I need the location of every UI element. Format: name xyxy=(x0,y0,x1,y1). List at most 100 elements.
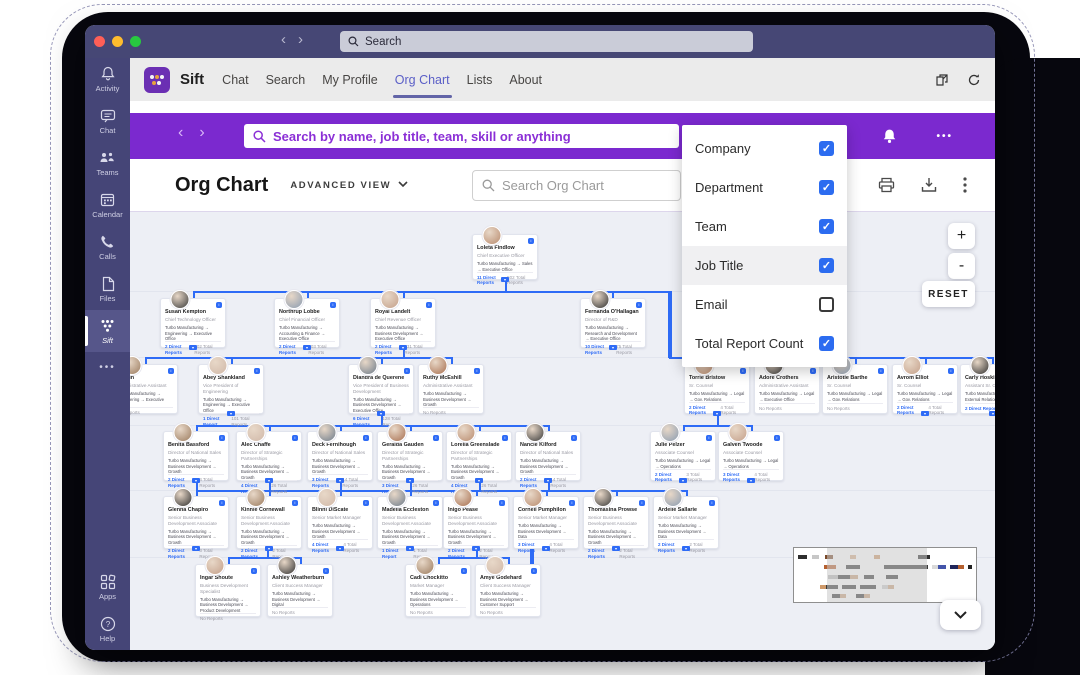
checkbox-icon[interactable]: ✓ xyxy=(819,219,834,234)
org-card[interactable]: iBlinni DiScateSenior Market ManagerTurb… xyxy=(307,496,373,549)
org-card[interactable]: iBrosinAdministrative AssistantTurbo Man… xyxy=(130,364,178,414)
profile-info-icon[interactable]: i xyxy=(740,368,746,374)
org-card[interactable]: iDiandra de QuereneVice President of Bus… xyxy=(348,364,414,414)
org-card[interactable]: iAdore CrothersAdministrative AssistantT… xyxy=(754,364,820,414)
dropdown-item-total-report-count[interactable]: Total Report Count✓ xyxy=(682,324,847,363)
org-card[interactable]: iAvrom ElliotSr. CounselTurbo Manufactur… xyxy=(892,364,958,414)
notifications-bell-icon[interactable] xyxy=(881,128,898,145)
org-card[interactable]: iGlenna ChapiroSenior Business Developme… xyxy=(163,496,229,549)
expand-reports-chevron[interactable]: ▾ xyxy=(227,411,235,416)
profile-info-icon[interactable]: i xyxy=(363,435,369,441)
org-card[interactable]: iGalven TwoodeAssociate CounselTurbo Man… xyxy=(718,431,784,481)
expand-reports-chevron[interactable]: ▾ xyxy=(336,478,344,483)
expand-reports-chevron[interactable]: ▾ xyxy=(336,546,344,551)
sidebar-item-sift[interactable]: Sift xyxy=(85,310,130,352)
profile-info-icon[interactable]: i xyxy=(569,500,575,506)
expand-reports-chevron[interactable]: ▾ xyxy=(399,345,407,350)
profile-info-icon[interactable]: i xyxy=(251,568,257,574)
org-card[interactable]: iGeralda GaudenDirector of Strategic Par… xyxy=(377,431,443,481)
profile-info-icon[interactable]: i xyxy=(292,435,298,441)
global-search-bar[interactable]: Search xyxy=(340,31,753,52)
org-card[interactable]: iSusan KemptonChief Technology OfficerTu… xyxy=(160,298,226,348)
profile-info-icon[interactable]: i xyxy=(216,302,222,308)
minimap[interactable] xyxy=(793,547,977,603)
print-icon[interactable] xyxy=(878,177,895,193)
org-card[interactable]: iLorella GreensladeDirector of Strategic… xyxy=(446,431,512,481)
org-card[interactable]: iRoyal LandeltChief Revenue OfficerTurbo… xyxy=(370,298,436,348)
profile-info-icon[interactable]: i xyxy=(878,368,884,374)
org-chart-search-input[interactable]: Search Org Chart xyxy=(472,170,681,201)
sidebar-item-files[interactable]: Files xyxy=(85,268,130,310)
org-card[interactable]: iAbey ShanklandVice President of Enginee… xyxy=(198,364,264,414)
org-card[interactable]: iRuthy McEshillAdministrative AssistantT… xyxy=(418,364,484,414)
expand-reports-chevron[interactable]: ▾ xyxy=(265,546,273,551)
sidebar-item-help[interactable]: ?Help xyxy=(85,608,130,650)
expand-reports-chevron[interactable]: ▾ xyxy=(265,478,273,483)
tab-chat[interactable]: Chat xyxy=(222,58,248,101)
org-card[interactable]: iKinnie CornewallSenior Business Develop… xyxy=(236,496,302,549)
profile-info-icon[interactable]: i xyxy=(709,500,715,506)
expand-reports-chevron[interactable]: ▾ xyxy=(192,546,200,551)
expand-reports-chevron[interactable]: ▾ xyxy=(682,546,690,551)
profile-info-icon[interactable]: i xyxy=(774,435,780,441)
sidebar-item-apps[interactable]: Apps xyxy=(85,566,130,608)
profile-info-icon[interactable]: i xyxy=(474,368,480,374)
checkbox-icon[interactable]: ✓ xyxy=(819,336,834,351)
expand-reports-chevron[interactable]: ▾ xyxy=(544,478,552,483)
profile-info-icon[interactable]: i xyxy=(363,500,369,506)
profile-info-icon[interactable]: i xyxy=(404,368,410,374)
org-card[interactable]: iAshley WeatherburnClient Success Manage… xyxy=(267,564,333,617)
profile-info-icon[interactable]: i xyxy=(426,302,432,308)
zoom-reset-button[interactable]: RESET xyxy=(922,281,975,307)
expand-reports-chevron[interactable]: ▾ xyxy=(377,411,385,416)
expand-reports-chevron[interactable]: ▾ xyxy=(713,411,721,416)
profile-info-icon[interactable]: i xyxy=(323,568,329,574)
checkbox-icon[interactable] xyxy=(819,297,834,312)
profile-info-icon[interactable]: i xyxy=(531,568,537,574)
profile-info-icon[interactable]: i xyxy=(636,302,642,308)
banner-more-icon[interactable]: ••• xyxy=(936,131,953,142)
open-external-icon[interactable] xyxy=(935,73,949,87)
sidebar-item-chat[interactable]: Chat xyxy=(85,100,130,142)
profile-info-icon[interactable]: i xyxy=(219,500,225,506)
org-card[interactable]: iAmye GodehardClient Success ManagerTurb… xyxy=(475,564,541,617)
checkbox-icon[interactable]: ✓ xyxy=(819,180,834,195)
org-card[interactable]: iAlec ChaffeDirector of Strategic Partne… xyxy=(236,431,302,481)
profile-info-icon[interactable]: i xyxy=(292,500,298,506)
org-card[interactable]: iDeck FernihoughDirector of National Sal… xyxy=(307,431,373,481)
expand-reports-chevron[interactable]: ▾ xyxy=(189,345,197,350)
org-card[interactable]: iAristotle BartheSr. CounselTurbo Manufa… xyxy=(822,364,888,414)
profile-info-icon[interactable]: i xyxy=(254,368,260,374)
profile-info-icon[interactable]: i xyxy=(168,368,174,374)
dropdown-item-team[interactable]: Team✓ xyxy=(682,207,847,246)
minimize-window-button[interactable] xyxy=(112,36,123,47)
org-card[interactable]: iThomasina ProwseSenior Business Develop… xyxy=(583,496,649,549)
profile-info-icon[interactable]: i xyxy=(461,568,467,574)
org-card[interactable]: iInigo PeaseSenior Business Development … xyxy=(443,496,509,549)
sidebar-item-activity[interactable]: Activity xyxy=(85,58,130,100)
collapse-chevron-button[interactable] xyxy=(940,600,981,630)
profile-info-icon[interactable]: i xyxy=(810,368,816,374)
refresh-icon[interactable] xyxy=(967,73,981,87)
profile-info-icon[interactable]: i xyxy=(528,238,534,244)
expand-reports-chevron[interactable]: ▾ xyxy=(406,546,414,551)
profile-info-icon[interactable]: i xyxy=(219,435,225,441)
expand-reports-chevron[interactable]: ▾ xyxy=(609,345,617,350)
direct-reports-link[interactable]: 1 Direct Report xyxy=(203,416,228,427)
profile-info-icon[interactable]: i xyxy=(330,302,336,308)
expand-reports-chevron[interactable]: ▾ xyxy=(192,478,200,483)
expand-reports-chevron[interactable]: ▾ xyxy=(921,411,929,416)
expand-reports-chevron[interactable]: ▾ xyxy=(747,478,755,483)
org-card[interactable]: iNorthrup LobbeChief Financial OfficerTu… xyxy=(274,298,340,348)
sidebar-more-icon[interactable]: ••• xyxy=(85,352,130,382)
profile-info-icon[interactable]: i xyxy=(706,435,712,441)
checkbox-icon[interactable]: ✓ xyxy=(819,141,834,156)
direct-reports-link[interactable]: 2 Direct Reports xyxy=(165,344,191,355)
close-window-button[interactable] xyxy=(94,36,105,47)
sidebar-item-calls[interactable]: Calls xyxy=(85,226,130,268)
download-icon[interactable] xyxy=(921,177,937,193)
dropdown-item-department[interactable]: Department✓ xyxy=(682,168,847,207)
expand-reports-chevron[interactable]: ▾ xyxy=(989,411,995,416)
expand-reports-chevron[interactable]: ▾ xyxy=(303,345,311,350)
org-card[interactable]: iCornell PumphilonSenior Market ManagerT… xyxy=(513,496,579,549)
